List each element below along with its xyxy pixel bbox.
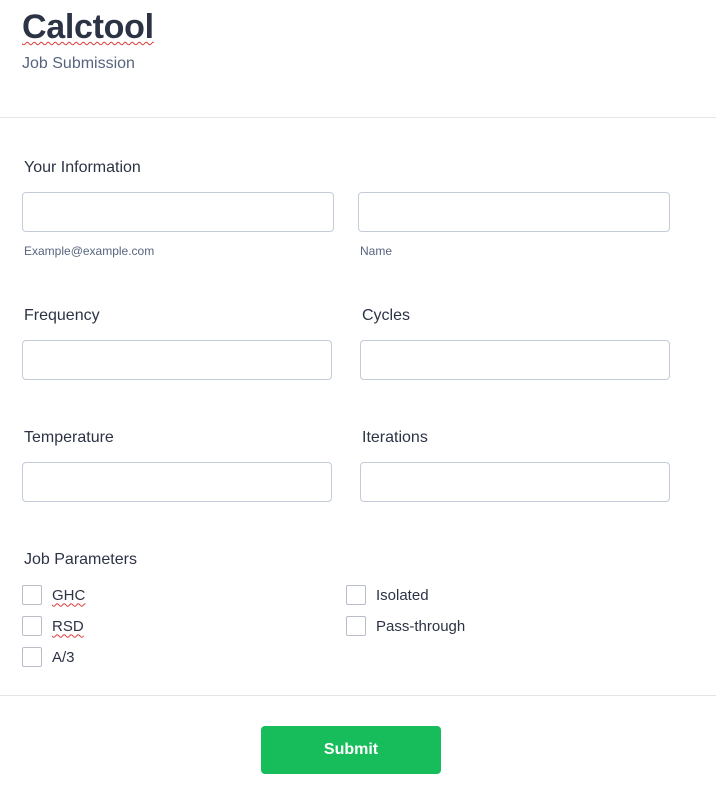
a3-label: A/3 [52,648,75,666]
option-ghc[interactable]: GHC [22,585,85,605]
frequency-input[interactable] [22,340,332,380]
temperature-input[interactable] [22,462,332,502]
submit-button[interactable]: Submit [261,726,441,774]
name-sublabel: Name [360,244,393,258]
rsd-checkbox[interactable] [22,616,42,636]
iterations-input[interactable] [360,462,670,502]
form-header: Calctool Job Submission [0,0,716,118]
email-sublabel: Example@example.com [24,244,155,258]
name-input[interactable] [358,192,670,232]
ghc-checkbox[interactable] [22,585,42,605]
pass-through-label: Pass-through [376,617,466,635]
option-pass-through[interactable]: Pass-through [346,616,465,636]
rsd-label: RSD [52,617,84,635]
temperature-label: Temperature [24,429,114,446]
option-isolated[interactable]: Isolated [346,585,429,605]
your-information-heading: Your Information [24,159,141,176]
isolated-checkbox[interactable] [346,585,366,605]
pass-through-checkbox[interactable] [346,616,366,636]
option-rsd[interactable]: RSD [22,616,84,636]
app-title: Calctool [22,8,154,46]
iterations-label: Iterations [362,429,428,446]
cycles-label: Cycles [362,307,411,324]
isolated-label: Isolated [376,586,429,604]
email-input[interactable] [22,192,334,232]
footer-divider [0,695,716,696]
cycles-input[interactable] [360,340,670,380]
job-submission-form: Calctool Job Submission Your Information… [0,0,716,792]
frequency-label: Frequency [24,307,100,324]
job-parameters-heading: Job Parameters [24,551,137,568]
page-subtitle: Job Submission [22,55,135,72]
ghc-label: GHC [52,586,86,604]
option-a3[interactable]: A/3 [22,647,75,667]
a3-checkbox[interactable] [22,647,42,667]
